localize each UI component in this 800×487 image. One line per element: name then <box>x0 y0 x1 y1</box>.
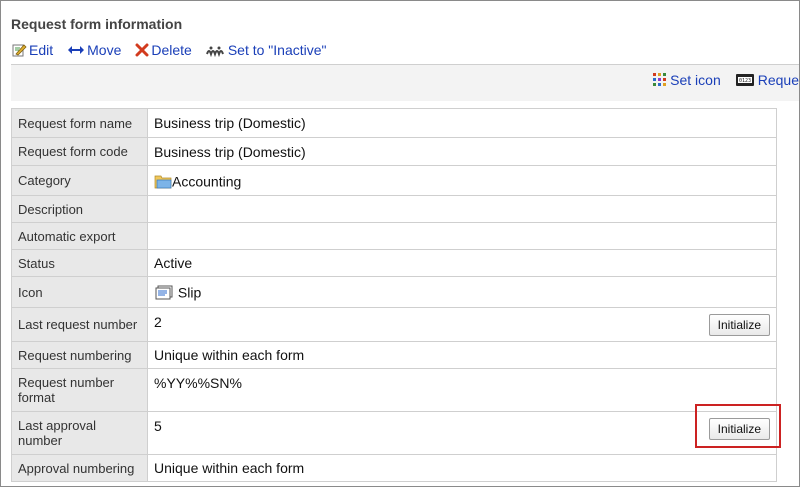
number-counter-icon: 0123 <box>735 72 755 88</box>
table-row: Request number format %YY%%SN% <box>11 368 777 412</box>
table-row: Automatic export <box>11 222 777 250</box>
delete-link[interactable]: Delete <box>135 42 192 58</box>
move-link[interactable]: Move <box>67 42 121 58</box>
folder-icon <box>154 173 172 189</box>
row-label: Last approval number <box>11 411 148 455</box>
delete-label: Delete <box>151 42 192 58</box>
grid-icon <box>653 73 667 87</box>
move-label: Move <box>87 42 122 58</box>
table-row: Last request number 2 Initialize <box>11 307 777 342</box>
last-approval-number-value: 5 <box>154 418 162 434</box>
table-row: Status Active <box>11 249 777 277</box>
row-label: Automatic export <box>11 222 148 250</box>
request-numbering-value: Unique within each form <box>147 341 777 369</box>
inactive-icon <box>205 43 226 57</box>
move-icon <box>67 42 85 58</box>
row-label: Status <box>11 249 148 277</box>
table-row: Category Accounting <box>11 165 777 196</box>
description-value <box>147 195 777 223</box>
edit-label: Edit <box>29 42 54 58</box>
page-title: Request form information <box>11 16 183 32</box>
approval-numbering-value: Unique within each form <box>147 454 777 482</box>
request-form-code-value: Business trip (Domestic) <box>147 137 777 166</box>
request-number-link[interactable]: 0123 Reque <box>735 72 799 88</box>
initialize-approval-number-button[interactable]: Initialize <box>708 418 770 440</box>
row-label: Request number format <box>11 368 148 412</box>
slip-icon <box>154 285 174 301</box>
action-bar: Edit Move Delete Set to "Inactive" <box>11 42 326 58</box>
table-row: Last approval number 5 Initialize <box>11 411 777 455</box>
row-label: Category <box>11 165 148 196</box>
request-form-name-value: Business trip (Domestic) <box>147 108 777 138</box>
request-number-format-value: %YY%%SN% <box>147 368 777 412</box>
last-approval-number-cell: 5 Initialize <box>147 411 777 455</box>
set-inactive-link[interactable]: Set to "Inactive" <box>205 42 327 58</box>
table-row: Approval numbering Unique within each fo… <box>11 454 777 482</box>
table-row: Request form code Business trip (Domesti… <box>11 137 777 166</box>
request-number-label: Reque <box>757 72 799 88</box>
row-label: Last request number <box>11 307 148 342</box>
category-value: Accounting <box>172 173 242 190</box>
set-icon-link[interactable]: Set icon <box>653 72 721 88</box>
status-value: Active <box>147 249 777 277</box>
table-row: Request form name Business trip (Domesti… <box>11 108 777 138</box>
icon-cell: Slip <box>147 276 777 308</box>
automatic-export-value <box>147 222 777 250</box>
sub-toolbar: Set icon 0123 Reque <box>11 65 799 101</box>
row-label: Request numbering <box>11 341 148 369</box>
set-icon-label: Set icon <box>670 72 721 88</box>
edit-link[interactable]: Edit <box>11 42 53 58</box>
delete-icon <box>135 43 149 57</box>
row-label: Description <box>11 195 148 223</box>
last-request-number-cell: 2 Initialize <box>147 307 777 342</box>
svg-text:0123: 0123 <box>739 78 751 84</box>
initialize-request-number-button[interactable]: Initialize <box>708 313 770 336</box>
edit-icon <box>11 42 27 58</box>
row-label: Request form name <box>11 108 148 138</box>
icon-value: Slip <box>177 284 202 301</box>
last-request-number-value: 2 <box>154 313 162 330</box>
row-label: Icon <box>11 276 148 308</box>
row-label: Request form code <box>11 137 148 166</box>
form-info-table: Request form name Business trip (Domesti… <box>11 108 777 482</box>
table-row: Description <box>11 195 777 223</box>
table-row: Request numbering Unique within each for… <box>11 341 777 369</box>
category-cell: Accounting <box>147 165 777 196</box>
set-inactive-label: Set to "Inactive" <box>227 42 327 58</box>
table-row: Icon Slip <box>11 276 777 308</box>
row-label: Approval numbering <box>11 454 148 482</box>
